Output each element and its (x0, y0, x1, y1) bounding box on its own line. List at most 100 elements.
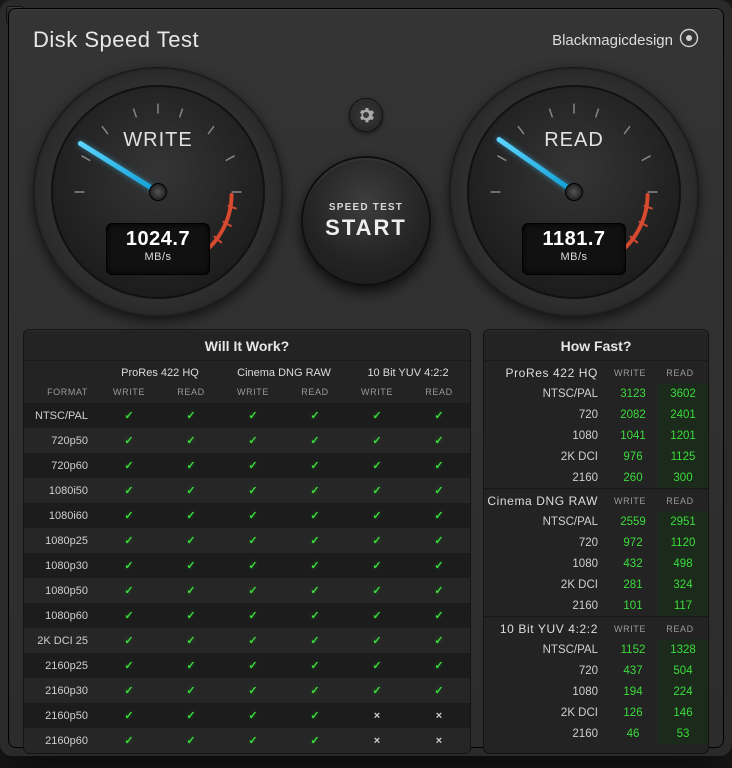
table-row: 2160p25✓✓✓✓✓✓ (24, 653, 470, 678)
format-label: 1080p25 (24, 528, 98, 553)
table-row: 2160p60✓✓✓✓×× (24, 728, 470, 753)
check-icon: ✓ (160, 653, 222, 678)
check-icon: ✓ (98, 628, 160, 653)
format-label: 2160p30 (24, 678, 98, 703)
check-icon: ✓ (98, 403, 160, 428)
hf-write-value: 2559 (608, 511, 658, 532)
table-row: NTSC/PAL25592951 (484, 511, 708, 532)
check-icon: ✓ (284, 428, 346, 453)
check-icon: ✓ (346, 453, 408, 478)
table-row: 1080p25✓✓✓✓✓✓ (24, 528, 470, 553)
check-icon: ✓ (222, 653, 284, 678)
check-icon: ✓ (408, 428, 470, 453)
check-icon: ✓ (222, 428, 284, 453)
wiw-title: Will It Work? (24, 330, 470, 361)
table-row: 108010411201 (484, 425, 708, 446)
table-row: 2K DCI281324 (484, 574, 708, 595)
check-icon: ✓ (222, 703, 284, 728)
check-icon: ✓ (284, 603, 346, 628)
check-icon: ✓ (284, 528, 346, 553)
format-label: 1080p60 (24, 603, 98, 628)
check-icon: ✓ (284, 503, 346, 528)
gauges-row: WRITE 1024.7 MB/s SPEED TEST START (9, 61, 723, 329)
table-row: 720437504 (484, 660, 708, 681)
check-icon: ✓ (160, 728, 222, 753)
hf-codec-label: 10 Bit YUV 4:2:2 (484, 617, 608, 639)
table-row: 2K DCI 25✓✓✓✓✓✓ (24, 628, 470, 653)
hf-write-value: 194 (608, 681, 658, 702)
table-row: 21604653 (484, 723, 708, 744)
hf-read-value: 3602 (658, 383, 708, 404)
start-line2: START (325, 215, 407, 241)
hf-row-label: 2160 (484, 595, 608, 616)
check-icon: ✓ (98, 678, 160, 703)
check-icon: ✓ (408, 478, 470, 503)
check-icon: ✓ (160, 603, 222, 628)
center-controls: SPEED TEST START (301, 98, 431, 286)
hf-row-label: NTSC/PAL (484, 511, 608, 532)
cross-icon: × (346, 728, 408, 753)
check-icon: ✓ (98, 603, 160, 628)
table-row: NTSC/PAL31233602 (484, 383, 708, 404)
check-icon: ✓ (222, 478, 284, 503)
hf-row-label: 1080 (484, 425, 608, 446)
hf-codec-label: Cinema DNG RAW (484, 489, 608, 511)
table-row: 1080i60✓✓✓✓✓✓ (24, 503, 470, 528)
hf-block: 10 Bit YUV 4:2:2WRITEREADNTSC/PAL1152132… (484, 617, 708, 744)
check-icon: ✓ (160, 453, 222, 478)
cross-icon: × (408, 703, 470, 728)
check-icon: ✓ (98, 703, 160, 728)
format-label: 2160p60 (24, 728, 98, 753)
table-row: 2160101117 (484, 595, 708, 616)
hf-read-value: 146 (658, 702, 708, 723)
check-icon: ✓ (408, 403, 470, 428)
check-icon: ✓ (284, 578, 346, 603)
check-icon: ✓ (222, 678, 284, 703)
format-label: NTSC/PAL (24, 403, 98, 428)
check-icon: ✓ (346, 503, 408, 528)
check-icon: ✓ (284, 653, 346, 678)
hf-write-value: 126 (608, 702, 658, 723)
check-icon: ✓ (408, 628, 470, 653)
hf-read-value: 1125 (658, 446, 708, 467)
hf-write-value: 2082 (608, 404, 658, 425)
check-icon: ✓ (160, 528, 222, 553)
table-row: 2160p30✓✓✓✓✓✓ (24, 678, 470, 703)
check-icon: ✓ (98, 478, 160, 503)
wiw-codec-2: 10 Bit YUV 4:2:2 (346, 361, 470, 381)
hf-read-value: 1120 (658, 532, 708, 553)
hf-read-value: 2401 (658, 404, 708, 425)
brand-logo-icon (679, 28, 699, 52)
hf-write-value: 432 (608, 553, 658, 574)
hf-row-label: 2K DCI (484, 574, 608, 595)
check-icon: ✓ (160, 553, 222, 578)
header: Disk Speed Test Blackmagicdesign (9, 9, 723, 61)
hf-write-value: 1152 (608, 639, 658, 660)
table-row: 720p60✓✓✓✓✓✓ (24, 453, 470, 478)
hf-block: Cinema DNG RAWWRITEREADNTSC/PAL255929517… (484, 489, 708, 617)
hf-row-label: NTSC/PAL (484, 639, 608, 660)
check-icon: ✓ (408, 603, 470, 628)
check-icon: ✓ (98, 453, 160, 478)
brand: Blackmagicdesign (552, 28, 699, 52)
read-unit: MB/s (523, 251, 625, 263)
tables-row: Will It Work? ProRes 422 HQ Cinema DNG R… (9, 329, 723, 768)
check-icon: ✓ (98, 728, 160, 753)
table-row: 1080432498 (484, 553, 708, 574)
gauge-hub-icon (565, 183, 583, 201)
format-label: 720p50 (24, 428, 98, 453)
check-icon: ✓ (284, 403, 346, 428)
check-icon: ✓ (98, 428, 160, 453)
hf-row-label: NTSC/PAL (484, 383, 608, 404)
hf-read-value: 504 (658, 660, 708, 681)
check-icon: ✓ (346, 403, 408, 428)
check-icon: ✓ (408, 678, 470, 703)
write-unit: MB/s (107, 251, 209, 263)
hf-read-value: 324 (658, 574, 708, 595)
settings-button[interactable] (349, 98, 383, 132)
check-icon: ✓ (160, 678, 222, 703)
hf-read-value: 1328 (658, 639, 708, 660)
hf-write-value: 101 (608, 595, 658, 616)
table-row: 1080p60✓✓✓✓✓✓ (24, 603, 470, 628)
start-button[interactable]: SPEED TEST START (301, 156, 431, 286)
